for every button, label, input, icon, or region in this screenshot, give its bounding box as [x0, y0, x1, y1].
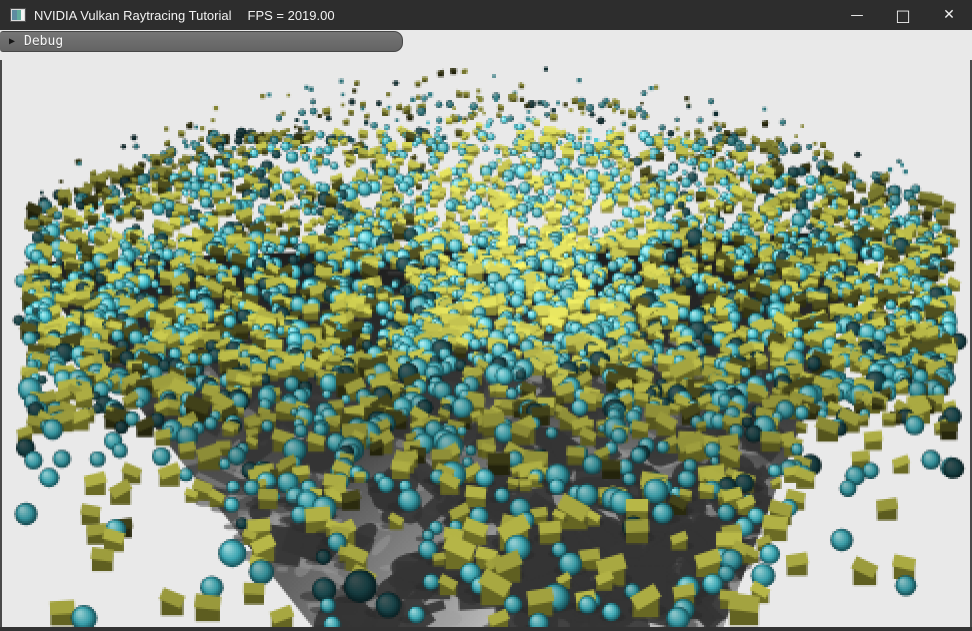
- window-title: NVIDIA Vulkan Raytracing Tutorial: [34, 8, 232, 23]
- window-controls: — □ ✕: [834, 0, 972, 30]
- fps-counter: FPS = 2019.00: [248, 8, 335, 23]
- debug-panel-label: Debug: [24, 34, 63, 49]
- minimize-button[interactable]: —: [834, 0, 880, 30]
- debug-panel-header[interactable]: ▶ Debug: [0, 31, 403, 52]
- app-icon: [10, 8, 26, 22]
- maximize-button[interactable]: □: [880, 0, 926, 32]
- close-button[interactable]: ✕: [926, 0, 972, 30]
- collapse-arrow-icon: ▶: [0, 37, 15, 47]
- title-bar[interactable]: NVIDIA Vulkan Raytracing Tutorial FPS = …: [0, 0, 972, 30]
- viewport-3d[interactable]: [0, 0, 972, 631]
- app-window: NVIDIA Vulkan Raytracing Tutorial FPS = …: [0, 0, 972, 631]
